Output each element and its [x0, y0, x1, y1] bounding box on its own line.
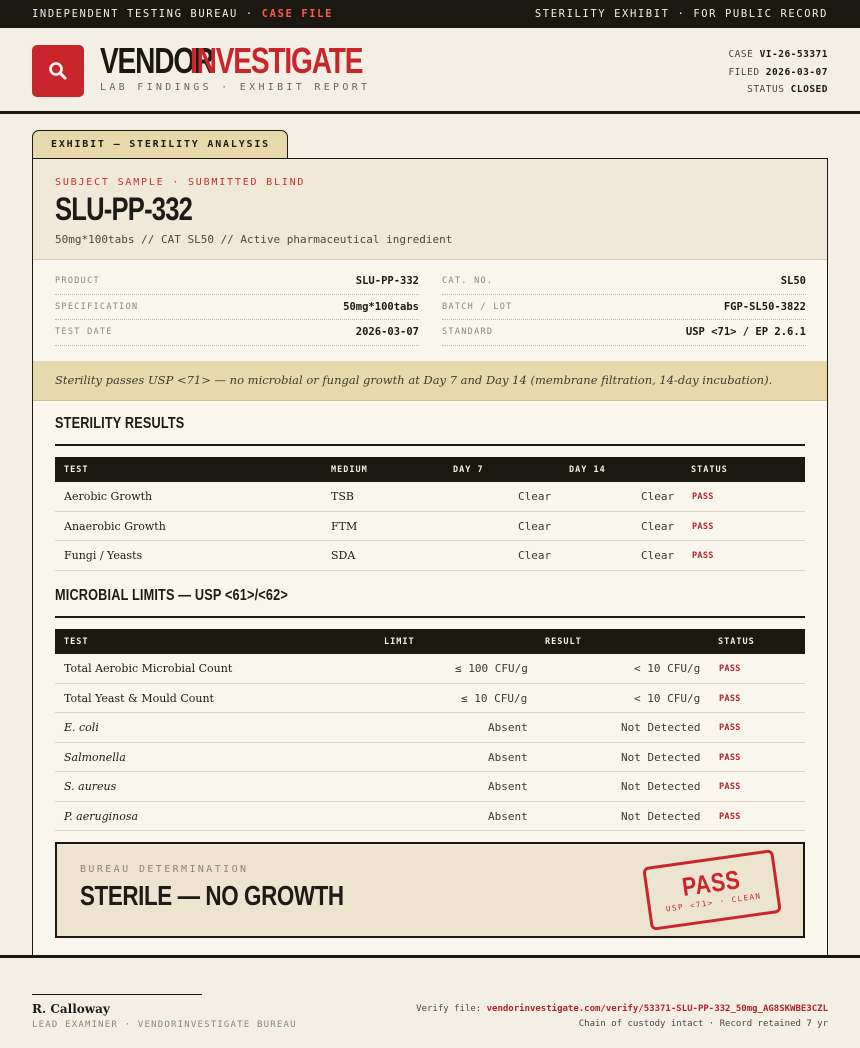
- status-badge: PASS: [719, 723, 741, 733]
- signature-line: [32, 994, 202, 995]
- determination-eyebrow: BUREAU DETERMINATION: [80, 864, 249, 875]
- summary-note: Sterility passes USP <71> — no microbial…: [33, 361, 827, 401]
- bureau-label: INDEPENDENT TESTING BUREAU · CASE FILE: [32, 8, 334, 20]
- brand-wordmark: VENDOR INVESTIGATE: [100, 40, 363, 81]
- subject-sku: SLU-PP-332: [55, 191, 193, 227]
- spec-row: BATCH / LOT FGP-SL50-3822: [442, 295, 806, 320]
- spec-row: CAT. NO. SL50: [442, 269, 806, 295]
- table-row: Total Aerobic Microbial Count ≤ 100 CFU/…: [55, 654, 805, 684]
- status-badge: PASS: [719, 811, 741, 822]
- case-number: CASE VI-26-53371: [728, 49, 828, 60]
- filed-date: FILED 2026-03-07: [728, 66, 828, 78]
- table-row: Aerobic Growth TSB Clear Clear PASS: [55, 482, 805, 512]
- tab-exhibit-sterility[interactable]: EXHIBIT — STERILITY ANALYSIS: [32, 130, 288, 159]
- spec-row: STANDARD USP <71> / EP 2.6.1: [442, 320, 806, 346]
- status-badge: PASS: [719, 693, 741, 704]
- subject-panel: SUBJECT SAMPLE · SUBMITTED BLIND SLU-PP-…: [33, 159, 827, 260]
- signatory-role: LEAD EXAMINER · VENDORINVESTIGATE BUREAU: [32, 1020, 297, 1030]
- brand-part-investigate: INVESTIGATE: [190, 40, 363, 81]
- table-row: Salmonella Absent Not Detected PASS: [55, 743, 805, 772]
- microbial-title: MICROBIAL LIMITS — USP <61>/<62>: [55, 587, 288, 604]
- status-badge: PASS: [719, 664, 741, 674]
- brand-tagline: LAB FINDINGS · EXHIBIT REPORT: [100, 82, 371, 93]
- section-divider: [55, 616, 805, 618]
- verify-link[interactable]: vendorinvestigate.com/verify/53371-SLU-P…: [487, 1004, 828, 1014]
- spec-row: PRODUCT SLU-PP-332: [55, 269, 419, 295]
- spec-row: SPECIFICATION 50mg*100tabs: [55, 295, 419, 320]
- case-file-label: CASE FILE: [261, 8, 334, 20]
- exhibit-card: SUBJECT SAMPLE · SUBMITTED BLIND SLU-PP-…: [32, 158, 828, 956]
- table-header: TEST LIMIT RESULT STATUS: [55, 629, 805, 654]
- brand-logo[interactable]: [32, 45, 84, 97]
- status-badge: PASS: [719, 752, 741, 763]
- magnifier-icon: [49, 62, 67, 80]
- table-header: TEST MEDIUM DAY 7 DAY 14 STATUS: [55, 457, 805, 482]
- sterility-title: STERILITY RESULTS: [55, 415, 185, 432]
- pass-stamp: PASS USP <71> · CLEAN: [642, 849, 782, 931]
- record-label: STERILITY EXHIBIT · FOR PUBLIC RECORD: [534, 8, 828, 20]
- page-header: VENDOR INVESTIGATE LAB FINDINGS · EXHIBIT…: [0, 28, 860, 114]
- custody-note: Chain of custody intact · Record retaine…: [578, 1019, 828, 1029]
- footer-divider: [0, 955, 860, 958]
- spec-list-left: PRODUCT SLU-PP-332 SPECIFICATION 50mg*100t…: [55, 269, 419, 346]
- status-badge: PASS: [692, 551, 714, 561]
- microbial-table: TEST LIMIT RESULT STATUS Total Aerobic M…: [55, 629, 805, 831]
- spec-list-right: CAT. NO. SL50 BATCH / LOT FGP-SL50-3822 ST…: [442, 269, 806, 346]
- determination-text: STERILE — NO GROWTH: [80, 880, 344, 911]
- signatory-name: R. Calloway: [32, 1002, 110, 1016]
- table-row: Fungi / Yeasts SDA Clear Clear PASS: [55, 541, 805, 571]
- bureau-determination: BUREAU DETERMINATION STERILE — NO GROWTH…: [55, 842, 805, 938]
- verify-line: Verify file: vendorinvestigate.com/verif…: [416, 1004, 828, 1014]
- table-row: Total Yeast & Mould Count ≤ 10 CFU/g < 1…: [55, 684, 805, 713]
- sterility-table: TEST MEDIUM DAY 7 DAY 14 STATUS Aerobic …: [55, 457, 805, 571]
- status-badge: PASS: [692, 521, 714, 532]
- status-badge: PASS: [692, 492, 714, 502]
- case-meta: CASE VI-26-53371 FILED 2026-03-07 STATUS…: [728, 46, 828, 99]
- spec-row: TEST DATE 2026-03-07: [55, 320, 419, 346]
- case-status: STATUS CLOSED: [747, 84, 828, 95]
- table-row: Anaerobic Growth FTM Clear Clear PASS: [55, 512, 805, 541]
- section-divider: [55, 444, 805, 446]
- subject-eyebrow: SUBJECT SAMPLE · SUBMITTED BLIND: [55, 177, 306, 188]
- subject-description: 50mg*100tabs // CAT SL50 // Active pharm…: [55, 233, 453, 246]
- table-row: P. aeruginosa Absent Not Detected PASS: [55, 802, 805, 831]
- status-badge: PASS: [719, 782, 741, 792]
- table-row: S. aureus Absent Not Detected PASS: [55, 772, 805, 802]
- table-row: E. coli Absent Not Detected PASS: [55, 713, 805, 743]
- top-strip: INDEPENDENT TESTING BUREAU · CASE FILE S…: [0, 0, 860, 28]
